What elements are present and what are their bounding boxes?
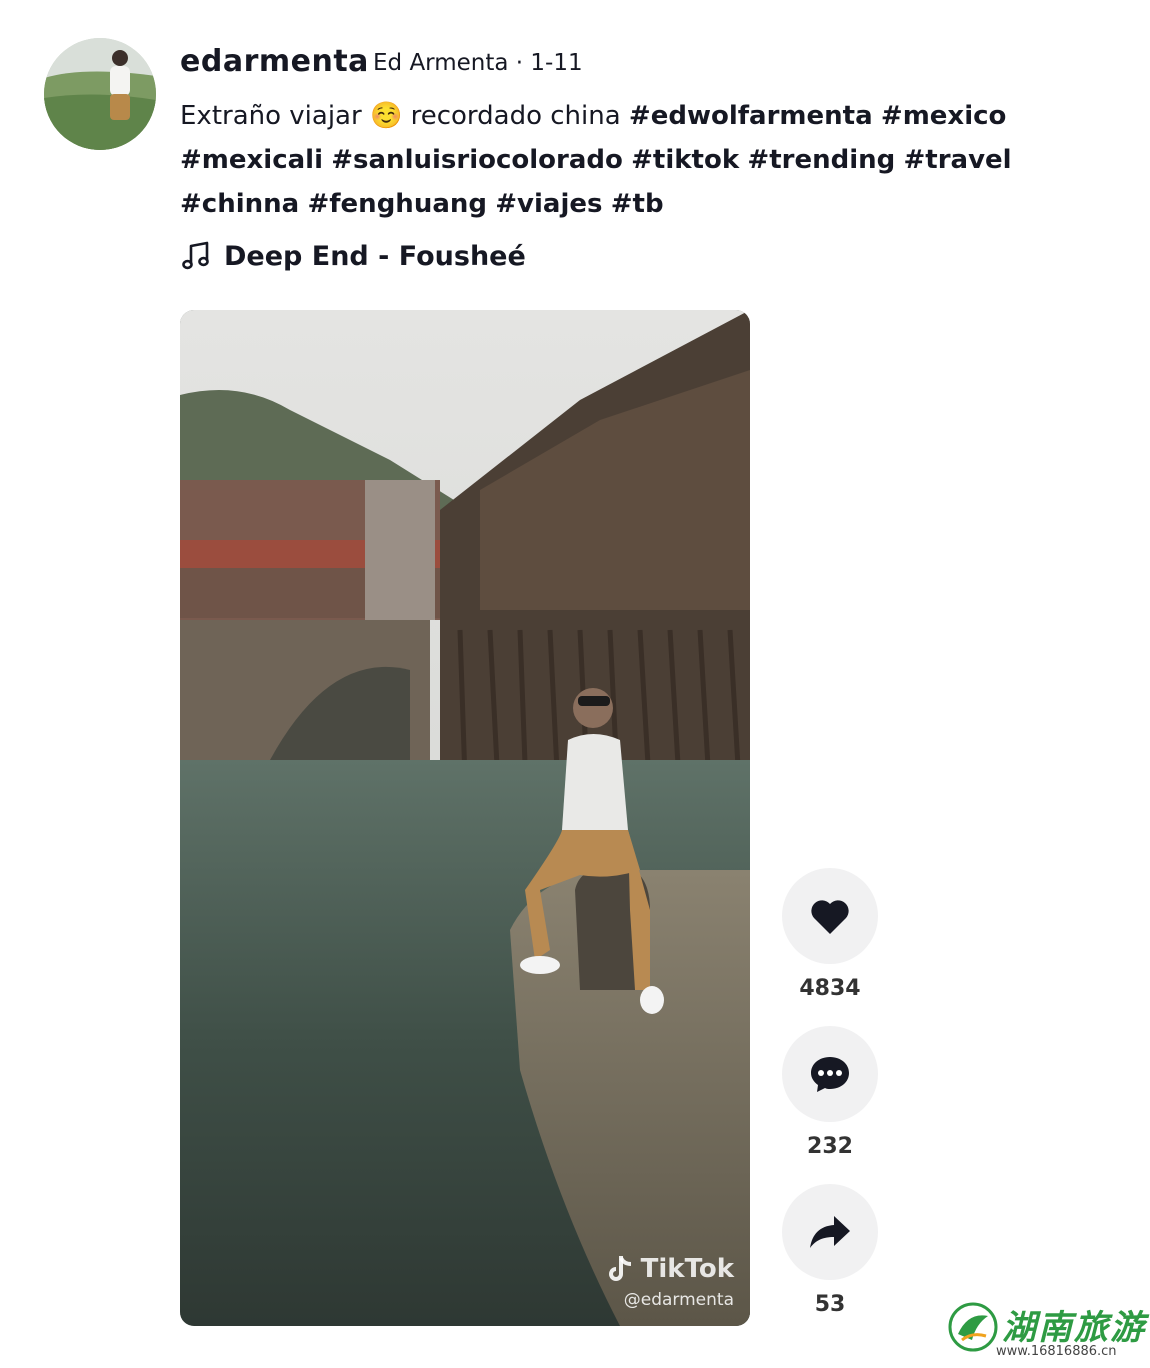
watermark-brand: TikTok [640, 1254, 734, 1284]
video-frame [180, 310, 750, 1326]
like-action: 4834 [782, 868, 878, 1001]
author-username[interactable]: edarmenta [180, 44, 369, 79]
author-meta: Ed Armenta · 1-11 [373, 50, 583, 76]
caption-text-2: recordado china [410, 101, 621, 131]
heart-icon [811, 900, 849, 934]
video-caption: Extraño viajar ☺️ recordado china #edwol… [180, 94, 1110, 226]
hashtag-link[interactable]: #viajes [495, 189, 602, 219]
share-button[interactable] [782, 1184, 878, 1280]
music-title: Deep End - Fousheé [224, 240, 526, 272]
comment-button[interactable] [782, 1026, 878, 1122]
caption-text: Extraño viajar [180, 101, 362, 131]
tiktok-watermark: TikTok @edarmenta [607, 1254, 734, 1310]
site-watermark: 湖南旅游 www.16816886.cn [948, 1300, 1148, 1364]
hashtag-link[interactable]: #travel [904, 145, 1012, 175]
comment-count: 232 [807, 1134, 853, 1159]
hashtag-link[interactable]: #chinna [180, 189, 299, 219]
site-url: www.16816886.cn [996, 1344, 1117, 1359]
smile-emoji: ☺️ [369, 101, 403, 131]
tiktok-logo-icon [608, 1256, 631, 1281]
hashtag-link[interactable]: #trending [747, 145, 895, 175]
site-logo-icon [948, 1302, 998, 1352]
share-arrow-icon [810, 1216, 850, 1248]
like-count: 4834 [799, 976, 861, 1001]
hashtag-link[interactable]: #sanluisriocolorado [331, 145, 623, 175]
hashtag-link[interactable]: #tb [611, 189, 664, 219]
hashtag-link[interactable]: #tiktok [631, 145, 739, 175]
hashtag-link[interactable]: #fenghuang [307, 189, 487, 219]
comment-bubble-icon [811, 1057, 849, 1092]
site-name: 湖南旅游 [1002, 1308, 1146, 1348]
comment-action: 232 [782, 1026, 878, 1159]
music-link[interactable]: Deep End - Fousheé [180, 240, 526, 272]
music-note-icon [182, 241, 209, 270]
hashtag-link[interactable]: #mexico [881, 101, 1006, 131]
watermark-handle: @edarmenta [623, 1290, 734, 1310]
share-action: 53 [782, 1184, 878, 1317]
share-count: 53 [814, 1292, 846, 1317]
hashtag-link[interactable]: #mexicali [180, 145, 323, 175]
video-player[interactable]: TikTok @edarmenta [180, 310, 750, 1326]
like-button[interactable] [782, 868, 878, 964]
hashtag-link[interactable]: #edwolfarmenta [629, 101, 873, 131]
author-avatar[interactable] [44, 38, 156, 150]
